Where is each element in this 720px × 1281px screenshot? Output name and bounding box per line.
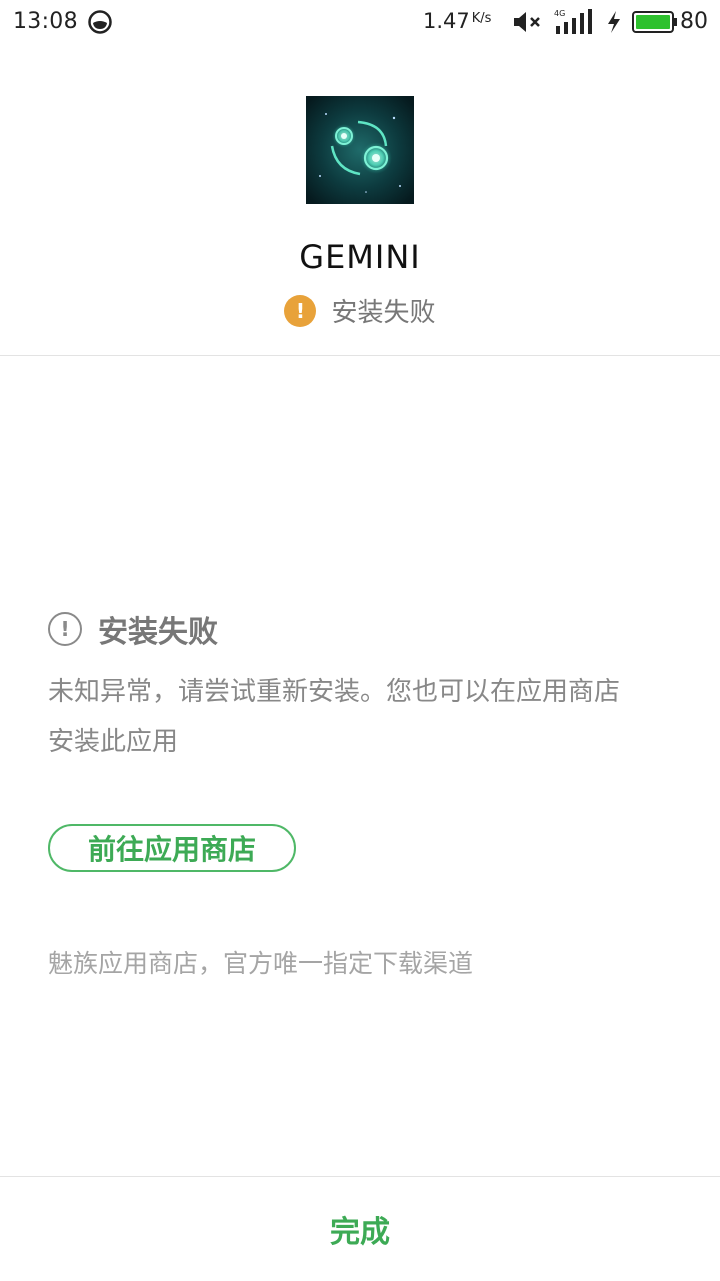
browser-circle-icon xyxy=(88,10,112,34)
install-status: ! 安装失败 xyxy=(0,292,720,329)
charging-bolt-icon xyxy=(608,11,620,33)
bottom-bar: 完成 xyxy=(0,1176,720,1281)
volume-mute-icon xyxy=(514,12,540,32)
network-speed-value: 1.47 xyxy=(423,9,470,33)
battery-icon xyxy=(632,11,677,33)
info-icon: ! xyxy=(48,612,82,646)
signal-4g-icon: 4G xyxy=(554,9,592,34)
battery-level: 80 xyxy=(680,9,708,34)
gemini-zodiac-app-icon xyxy=(306,96,414,204)
go-to-app-store-button[interactable]: 前往应用商店 xyxy=(48,824,296,872)
error-message-line1: 未知异常，请尝试重新安装。您也可以在应用商店 xyxy=(48,677,621,707)
signal-type-label: 4G xyxy=(554,9,565,18)
status-bar: 13:08 1.47 K/s 4G 80 xyxy=(0,0,720,46)
error-message: 未知异常，请尝试重新安装。您也可以在应用商店 安装此应用 xyxy=(48,667,678,767)
network-speed-unit: K/s xyxy=(471,11,492,26)
store-footnote: 魅族应用商店，官方唯一指定下载渠道 xyxy=(48,949,474,978)
app-name: GEMINI xyxy=(299,238,421,276)
error-title: 安装失败 xyxy=(98,615,218,650)
status-time: 13:08 xyxy=(13,9,78,34)
network-speed: 1.47 K/s xyxy=(423,9,491,33)
error-message-line2: 安装此应用 xyxy=(48,727,179,757)
install-status-text: 安装失败 xyxy=(331,298,436,328)
done-button[interactable]: 完成 xyxy=(300,1197,420,1261)
app-header: GEMINI ! 安装失败 xyxy=(0,46,720,356)
error-title-row: ! 安装失败 xyxy=(48,607,218,651)
warning-icon: ! xyxy=(284,294,317,327)
